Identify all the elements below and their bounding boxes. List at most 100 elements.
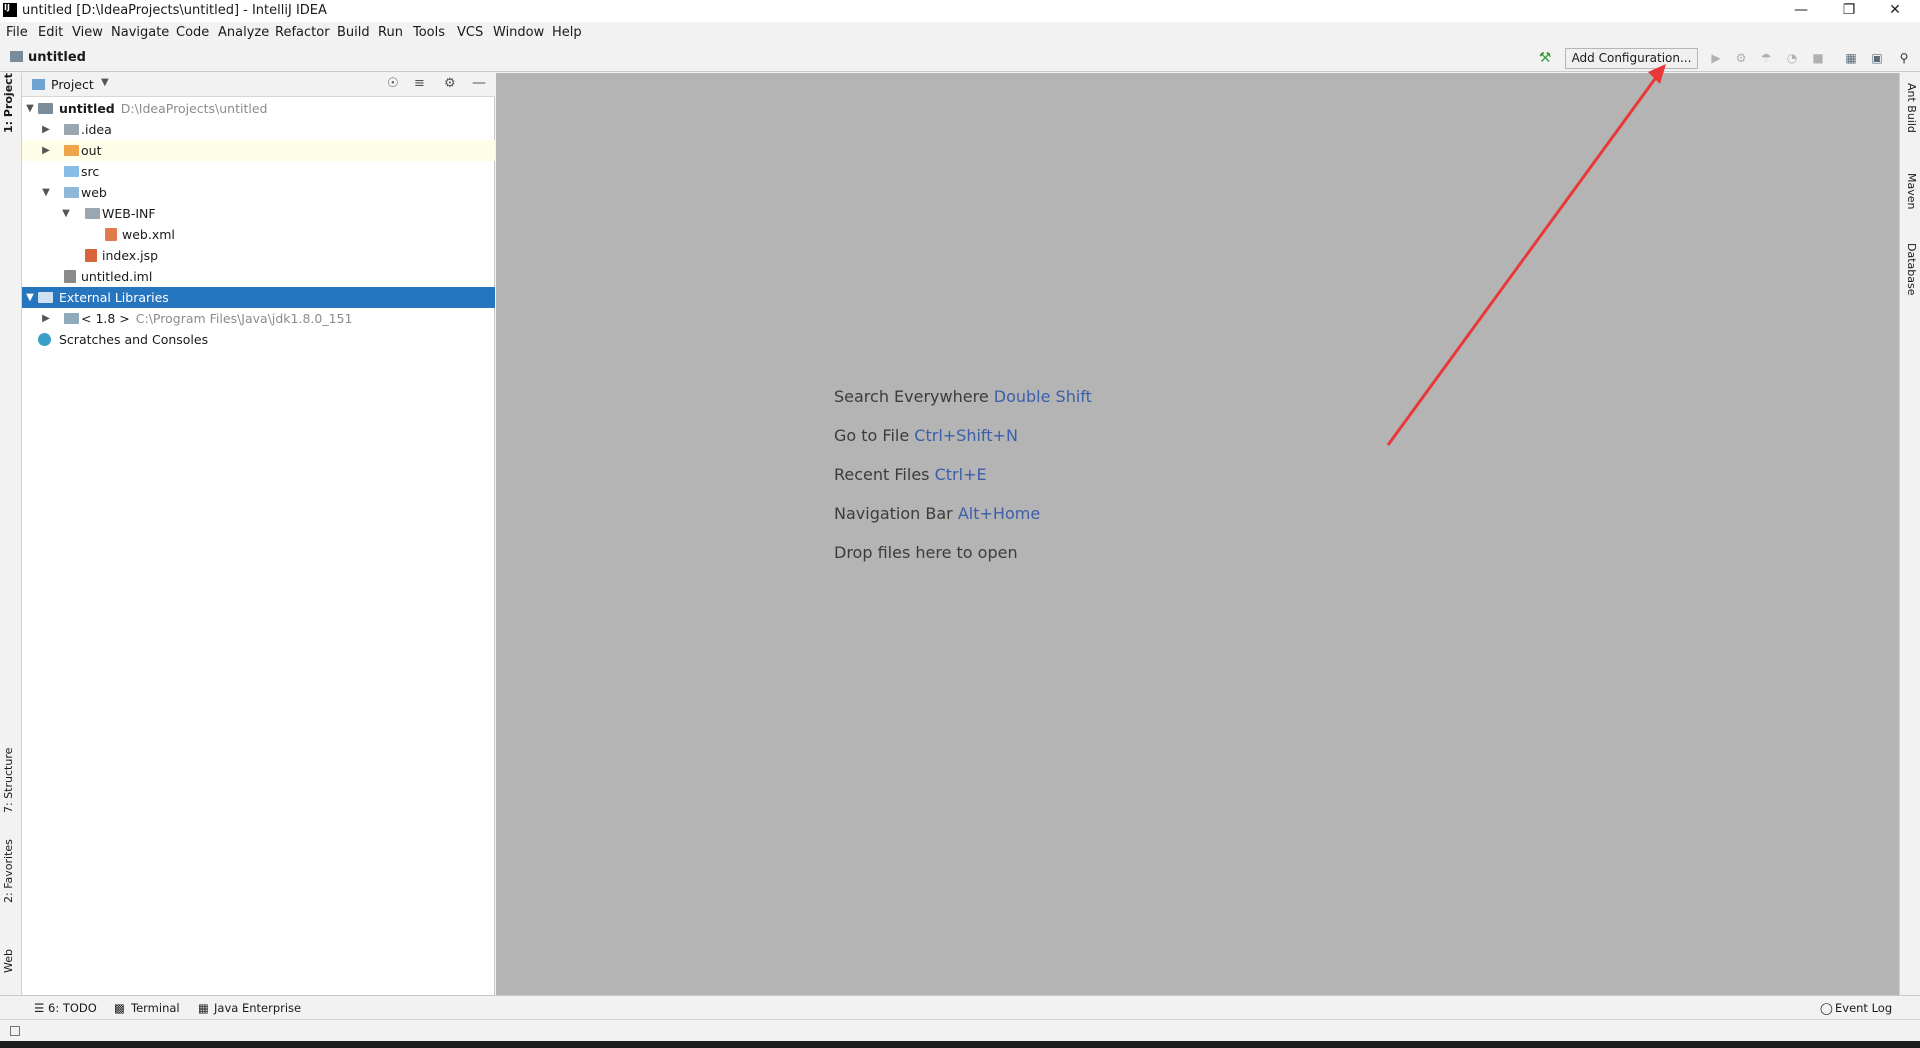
tab-structure[interactable]: 7: Structure (2, 748, 15, 813)
tab-project[interactable]: 1: Project (2, 73, 15, 133)
menu-vcs[interactable]: VCS (457, 25, 483, 40)
sdk-icon[interactable]: ▣ (1869, 50, 1885, 66)
tree-label: untitled.iml (81, 269, 153, 284)
tab-web[interactable]: Web (2, 949, 15, 973)
tree-row-out[interactable]: ▶ out (22, 140, 495, 161)
minimize-panel-icon[interactable]: — (472, 75, 486, 91)
menu-help[interactable]: Help (552, 25, 582, 40)
tree-row-untitled[interactable]: ▼ untitled D:\IdeaProjects\untitled (22, 98, 495, 119)
tree-label: web (81, 185, 107, 200)
hint-text: Drop files here to open (834, 543, 1018, 562)
menu-analyze[interactable]: Analyze (218, 25, 269, 40)
tree-row-untitled-iml[interactable]: untitled.iml (22, 266, 495, 287)
todo-icon: ☰ (34, 1001, 45, 1015)
project-panel-header: Project ▼ ☉ ≡ ⚙ — (22, 73, 495, 97)
chevron-right-icon[interactable]: ▶ (40, 119, 52, 140)
chevron-down-icon[interactable]: ▼ (60, 203, 72, 224)
tab-maven[interactable]: Maven (1905, 173, 1918, 209)
menu-run[interactable]: Run (378, 25, 403, 40)
coverage-icon[interactable]: ☂ (1758, 50, 1774, 66)
hint-search-everywhere: Search Everywhere Double Shift (834, 387, 1092, 406)
locate-icon[interactable]: ☉ (387, 76, 399, 91)
module-icon (10, 51, 23, 62)
title-bar: IJ untitled [D:\IdeaProjects\untitled] -… (0, 0, 1920, 22)
source-folder-icon (64, 166, 79, 177)
tab-favorites[interactable]: 2: Favorites (2, 839, 15, 903)
annotation-arrow (1386, 64, 1666, 446)
annotation-arrow-line (1386, 71, 1662, 446)
tree-label: < 1.8 > (81, 311, 130, 326)
run-icon[interactable]: ▶ (1708, 50, 1724, 66)
tree-row-web[interactable]: ▼ web (22, 182, 495, 203)
project-structure-icon[interactable]: ▦ (1843, 50, 1859, 66)
xml-file-icon (105, 228, 117, 241)
menu-bar: File Edit View Navigate Code Analyze Ref… (0, 22, 1920, 44)
project-view-icon (32, 79, 45, 90)
project-tool-window: Project ▼ ☉ ≡ ⚙ — ▼ untitled D:\IdeaProje… (22, 73, 495, 995)
folder-icon (64, 124, 79, 135)
breadcrumb-project[interactable]: untitled (28, 50, 86, 65)
chevron-down-icon[interactable]: ▼ (24, 98, 36, 119)
menu-file[interactable]: File (6, 25, 28, 40)
tree-label: out (81, 143, 102, 158)
hint-text: Recent Files (834, 465, 930, 484)
menu-window[interactable]: Window (493, 25, 544, 40)
tree-row-src[interactable]: src (22, 161, 495, 182)
tree-row-web-inf[interactable]: ▼ WEB-INF (22, 203, 495, 224)
menu-build[interactable]: Build (337, 25, 370, 40)
close-button[interactable]: ✕ (1872, 0, 1918, 22)
scratches-icon (38, 333, 51, 346)
hint-go-to-file: Go to File Ctrl+Shift+N (834, 426, 1018, 445)
hint-text: Go to File (834, 426, 910, 445)
project-view-title[interactable]: Project (51, 77, 94, 92)
chevron-right-icon[interactable]: ▶ (40, 140, 52, 161)
tab-database[interactable]: Database (1905, 243, 1918, 296)
tab-todo[interactable]: 6: TODO (48, 1001, 97, 1015)
tree-row-scratches[interactable]: Scratches and Consoles (22, 329, 495, 350)
tree-row-external-libraries[interactable]: ▼ External Libraries (22, 287, 495, 308)
gear-icon[interactable]: ⚙ (444, 76, 456, 91)
tree-row-index-jsp[interactable]: index.jsp (22, 245, 495, 266)
hint-shortcut: Alt+Home (957, 504, 1041, 523)
web-folder-icon (64, 187, 79, 198)
annotation-arrow-head (1648, 64, 1666, 84)
hint-shortcut: Double Shift (993, 387, 1092, 406)
hint-text: Navigation Bar (834, 504, 953, 523)
tab-terminal[interactable]: Terminal (131, 1001, 180, 1015)
collapse-all-icon[interactable]: ≡ (414, 76, 425, 91)
stop-icon[interactable]: ■ (1810, 50, 1826, 66)
tab-java-enterprise[interactable]: Java Enterprise (214, 1001, 301, 1015)
os-taskbar (0, 1041, 1920, 1048)
menu-tools[interactable]: Tools (413, 25, 445, 40)
tree-label: src (81, 164, 100, 179)
library-icon (38, 292, 53, 303)
chevron-down-icon[interactable]: ▼ (101, 77, 109, 88)
menu-edit[interactable]: Edit (38, 25, 63, 40)
menu-view[interactable]: View (72, 25, 103, 40)
search-icon[interactable]: ⚲ (1896, 50, 1912, 66)
restore-button[interactable]: ❐ (1826, 0, 1872, 22)
iml-file-icon (64, 270, 76, 283)
chevron-down-icon[interactable]: ▼ (40, 182, 52, 203)
menu-navigate[interactable]: Navigate (111, 25, 169, 40)
tree-row-idea[interactable]: ▶ .idea (22, 119, 495, 140)
event-log-icon: ◯ (1820, 1001, 1833, 1015)
hint-navigation-bar: Navigation Bar Alt+Home (834, 504, 1040, 523)
window-title: untitled [D:\IdeaProjects\untitled] - In… (22, 3, 327, 18)
minimize-button[interactable]: — (1778, 0, 1824, 22)
menu-refactor[interactable]: Refactor (275, 25, 330, 40)
event-log-button[interactable]: Event Log (1835, 1001, 1892, 1015)
tree-row-jdk[interactable]: ▶ < 1.8 > C:\Program Files\Java\jdk1.8.0_… (22, 308, 495, 329)
tree-row-web-xml[interactable]: web.xml (22, 224, 495, 245)
chevron-right-icon[interactable]: ▶ (40, 308, 52, 329)
tool-window-toggle-icon[interactable] (10, 1026, 20, 1036)
profile-icon[interactable]: ◔ (1784, 50, 1800, 66)
right-tool-strip: Ant Build Maven Database (1899, 73, 1920, 995)
tab-ant-build[interactable]: Ant Build (1905, 83, 1918, 133)
menu-code[interactable]: Code (176, 25, 209, 40)
debug-icon[interactable]: ⚙ (1733, 50, 1749, 66)
editor-area[interactable]: Search Everywhere Double Shift Go to Fil… (496, 73, 1899, 995)
chevron-down-icon[interactable]: ▼ (24, 287, 36, 308)
hint-shortcut: Ctrl+Shift+N (914, 426, 1018, 445)
tree-path: C:\Program Files\Java\jdk1.8.0_151 (135, 311, 353, 326)
